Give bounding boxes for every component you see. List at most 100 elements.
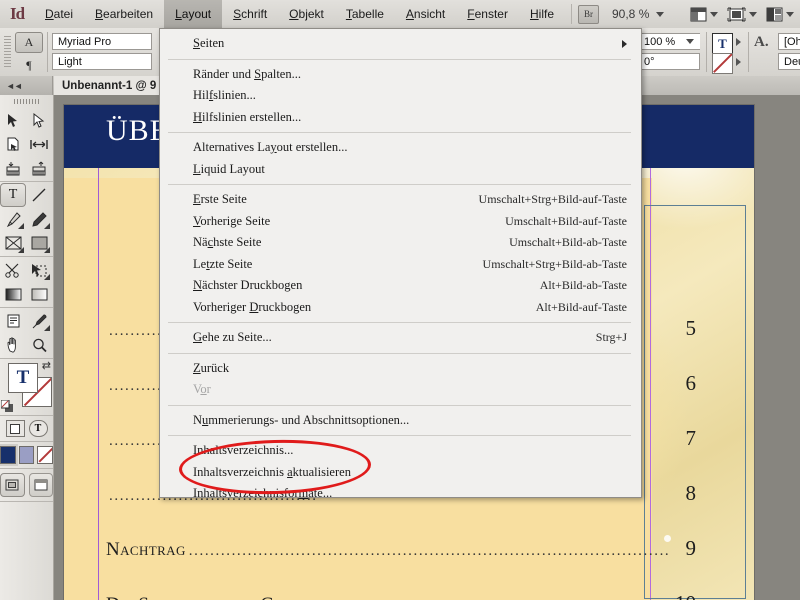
menu-item-gehe-zu-seite[interactable]: Gehe zu Seite... Strg+J (160, 327, 641, 349)
panel-collapse-button[interactable]: ◄◄ (0, 76, 53, 95)
apply-none-button[interactable] (37, 446, 54, 464)
screen-mode-icon (690, 7, 707, 21)
menu-item-naechste-seite[interactable]: Nächste Seite Umschalt+Bild-ab-Taste (160, 232, 641, 254)
note-tool[interactable] (0, 309, 26, 333)
menu-hilfe[interactable]: Hilfe (519, 0, 565, 28)
menu-item-zurueck[interactable]: Zurück (160, 358, 641, 380)
chevron-down-icon[interactable] (656, 11, 665, 17)
menu-item-vorheriger-druckbogen[interactable]: Vorheriger Druckbogen Alt+Bild-auf-Taste (160, 297, 641, 319)
hand-tool[interactable] (0, 333, 26, 357)
formatting-affects-text-button[interactable]: T (28, 420, 48, 437)
fill-color-box[interactable]: T (8, 363, 38, 393)
menu-item-seiten[interactable]: Seiten (160, 33, 641, 55)
chevron-down-icon[interactable] (710, 11, 718, 17)
menu-item-inhaltsverzeichnisformate[interactable]: Inhaltsverzeichnisformate... (160, 483, 641, 505)
content-placer-tool[interactable] (26, 156, 52, 180)
chevron-down-icon[interactable] (686, 39, 694, 44)
gap-arrows-icon (30, 139, 48, 149)
menu-item-inhaltsverzeichnis[interactable]: Inhaltsverzeichnis... (160, 440, 641, 462)
document-tab[interactable]: Unbenannt-1 @ 9 (54, 76, 166, 95)
zoom-level-control[interactable]: 90,8 % (612, 7, 665, 21)
menu-item-alternatives-layout[interactable]: Alternatives Layout erstellen... (160, 137, 641, 159)
menu-item-liquid-layout[interactable]: Liquid Layout (160, 159, 641, 181)
layout-dropdown-menu[interactable]: Seiten Ränder und Spalten... Hilfslinien… (159, 28, 642, 500)
preview-mode-button[interactable] (28, 473, 53, 497)
eyedropper-tool[interactable] (26, 309, 52, 333)
control-divider-3 (748, 32, 749, 72)
font-family-input[interactable]: Myriad Pro (52, 33, 152, 50)
menu-item-inhaltsverzeichnis-aktualisieren[interactable]: Inhaltsverzeichnis aktualisieren (160, 462, 641, 484)
apply-gradient-button[interactable] (18, 446, 35, 464)
menu-item-nummerierungs-abschnittsoptionen[interactable]: Nummerierungs- und Abschnittsoptionen... (160, 410, 641, 432)
character-formatting-button[interactable]: A (15, 32, 43, 53)
content-collector-tool[interactable] (0, 156, 26, 180)
zoom-tool[interactable] (26, 333, 52, 357)
gradient-swatch-tool[interactable] (0, 282, 26, 306)
formatting-affects-container-button[interactable] (5, 420, 25, 437)
normal-view-mode-button[interactable] (0, 473, 25, 497)
fill-dropdown-arrow[interactable] (736, 38, 741, 46)
fill-color-swatch[interactable]: T (712, 33, 733, 54)
menu-item-label: Gehe zu Seite... (193, 330, 272, 345)
indesign-logo: Id (9, 4, 25, 23)
bridge-button[interactable]: Br (578, 4, 599, 24)
type-tool[interactable]: T (0, 183, 26, 207)
toc-row[interactable]: Nachtrag ...............................… (106, 536, 696, 562)
rectangle-tool[interactable] (26, 231, 52, 255)
line-tool[interactable] (26, 183, 52, 207)
fill-text-indicator: T (718, 35, 727, 51)
menu-fenster[interactable]: Fenster (456, 0, 519, 28)
menu-layout[interactable]: Layout (164, 0, 223, 28)
default-fill-stroke-icon[interactable] (1, 400, 14, 413)
chevron-down-icon[interactable] (786, 11, 794, 17)
gap-tool[interactable] (26, 132, 52, 156)
pencil-tool[interactable] (26, 207, 52, 231)
stroke-color-swatch[interactable] (712, 53, 733, 74)
scissors-tool[interactable] (0, 258, 26, 282)
tool-expand-corner (44, 247, 50, 253)
font-style-input[interactable]: Light (52, 53, 152, 70)
paragraph-style-input[interactable]: [Ohn (778, 33, 800, 50)
menu-ansicht[interactable]: Ansicht (395, 0, 456, 28)
scissors-icon (5, 263, 19, 278)
content-placer-icon (32, 161, 46, 175)
type-t-icon: T (8, 187, 18, 202)
swap-fill-stroke-icon[interactable]: ⇄ (42, 359, 51, 372)
rotate-input[interactable]: 0° (638, 53, 700, 70)
menu-item-naechster-druckbogen[interactable]: Nächster Druckbogen Alt+Bild-ab-Taste (160, 275, 641, 297)
menu-item-hilfslinien[interactable]: Hilfslinien... (160, 85, 641, 107)
workspace-switcher-button[interactable] (766, 7, 794, 22)
menu-tabelle[interactable]: Tabelle (335, 0, 395, 28)
selection-tool[interactable] (0, 108, 26, 132)
menu-item-erste-seite[interactable]: Erste Seite Umschalt+Strg+Bild-auf-Taste (160, 189, 641, 211)
toc-row[interactable]: Die Sieger unseres Contestes ...........… (106, 591, 696, 600)
format-affects-toggle: A ¶ (15, 32, 45, 78)
view-options-button[interactable] (727, 7, 757, 22)
menu-schrift[interactable]: Schrift (222, 0, 278, 28)
tools-panel-grip[interactable] (0, 95, 53, 107)
free-transform-tool[interactable] (26, 258, 52, 282)
menu-item-vorherige-seite[interactable]: Vorherige Seite Umschalt+Bild-auf-Taste (160, 211, 641, 233)
menu-item-label: Nächste Seite (193, 235, 262, 250)
stroke-dropdown-arrow[interactable] (736, 58, 741, 66)
screen-mode-button[interactable] (690, 7, 718, 22)
menu-bearbeiten[interactable]: Bearbeiten (84, 0, 164, 28)
chevron-down-icon[interactable] (749, 11, 757, 17)
menu-datei[interactable]: Datei (34, 0, 84, 28)
menu-item-label: Liquid Layout (193, 161, 265, 176)
menu-item-letzte-seite[interactable]: Letzte Seite Umschalt+Strg+Bild-ab-Taste (160, 254, 641, 276)
direct-selection-tool[interactable] (26, 108, 52, 132)
control-bar-grip[interactable] (4, 36, 11, 68)
apply-color-button[interactable] (0, 444, 18, 466)
menu-item-hilfslinien-erstellen[interactable]: Hilfslinien erstellen... (160, 107, 641, 129)
gradient-feather-tool[interactable] (26, 282, 52, 306)
page-tool[interactable] (0, 132, 26, 156)
paragraph-formatting-button[interactable]: ¶ (15, 55, 43, 76)
menu-item-raender-und-spalten[interactable]: Ränder und Spalten... (160, 64, 641, 86)
pen-tool[interactable] (0, 207, 26, 231)
menu-objekt[interactable]: Objekt (278, 0, 335, 28)
menu-item-label: Vorheriger Druckbogen (193, 299, 312, 314)
menu-item-vor: Vor (160, 379, 641, 401)
frame-tool[interactable] (0, 231, 26, 255)
language-input[interactable]: Deuts (778, 53, 800, 70)
